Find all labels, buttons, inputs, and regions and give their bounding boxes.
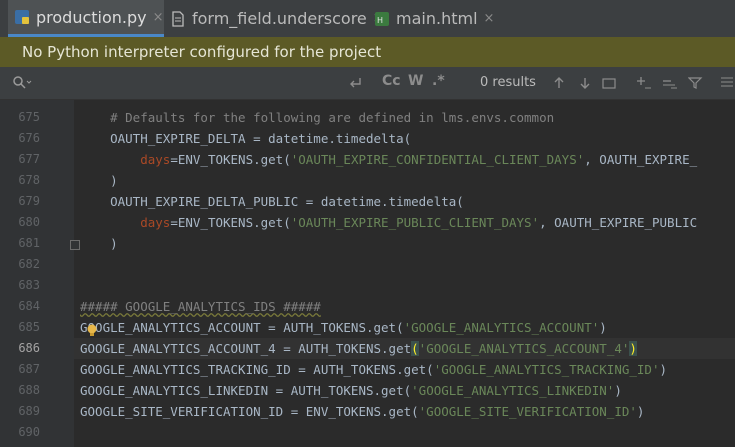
tab-label: production.py xyxy=(36,7,147,27)
tab-label: main.html xyxy=(396,9,478,28)
line-number: 681 xyxy=(18,236,40,250)
string-literal: 'OAUTH_EXPIRE_CONFIDENTIAL_CLIENT_DAYS' xyxy=(290,152,585,167)
regex-button[interactable]: .* xyxy=(432,73,445,89)
code-text: GOOGLE_ANALYTICS_TRACKING_ID = AUTH_TOKE… xyxy=(80,362,434,377)
line-number: 684 xyxy=(18,299,40,313)
arrow-up-icon[interactable] xyxy=(552,76,566,94)
string-literal: 'GOOGLE_ANALYTICS_LINKEDIN' xyxy=(411,383,615,398)
line-number: 686 xyxy=(18,341,40,355)
code-line: GOOGLE_ANALYTICS_ACCOUNT_4 = AUTH_TOKENS… xyxy=(80,338,637,359)
matched-brace: ) xyxy=(629,341,637,356)
search-icon[interactable] xyxy=(12,75,32,95)
add-occurrence-icon[interactable] xyxy=(636,76,652,94)
string-literal: 'GOOGLE_ANALYTICS_ACCOUNT' xyxy=(403,320,600,335)
close-icon[interactable]: × xyxy=(484,11,495,26)
matched-brace: ( xyxy=(411,341,419,356)
tab-form-field-underscore[interactable]: form_field.underscore × xyxy=(170,0,384,37)
editor-tab-bar: production.py × form_field.underscore × … xyxy=(0,0,735,38)
code-line: OAUTH_EXPIRE_DELTA = datetime.timedelta( xyxy=(80,131,412,146)
words-button[interactable]: W xyxy=(408,73,423,89)
code-editor[interactable]: 675 676 677 678 679 680 681 682 683 684 … xyxy=(0,100,735,447)
tab-label: form_field.underscore xyxy=(192,9,367,28)
line-number: 689 xyxy=(18,404,40,418)
line-number: 682 xyxy=(18,257,40,271)
line-number: 677 xyxy=(18,152,40,166)
line-number: 676 xyxy=(18,131,40,145)
code-line: GOOGLE_ANALYTICS_ACCOUNT = AUTH_TOKENS.g… xyxy=(80,317,607,338)
code-text: GOOGLE_ANALYTICS_ACCOUNT = AUTH_TOKENS.g… xyxy=(80,320,404,335)
code-text: GOOGLE_SITE_VERIFICATION_ID = ENV_TOKENS… xyxy=(80,404,419,419)
string-literal: 'GOOGLE_ANALYTICS_TRACKING_ID' xyxy=(433,362,660,377)
replace-icon[interactable] xyxy=(348,76,362,94)
select-all-occurrences-icon[interactable] xyxy=(602,76,618,94)
code-text: ) xyxy=(636,404,645,419)
code-text: ) xyxy=(599,320,607,335)
line-number: 683 xyxy=(18,278,40,292)
code-line: ) xyxy=(80,236,118,251)
code-text: =ENV_TOKENS.get( xyxy=(170,152,291,167)
find-bar: Cc W .* 0 results xyxy=(0,67,735,100)
html-file-icon: H xyxy=(374,11,390,27)
code-line: OAUTH_EXPIRE_DELTA_PUBLIC = datetime.tim… xyxy=(80,194,464,209)
code-text: , OAUTH_EXPIRE_PUBLIC xyxy=(539,215,698,230)
line-number: 679 xyxy=(18,194,40,208)
code-line: GOOGLE_SITE_VERIFICATION_ID = ENV_TOKENS… xyxy=(80,401,644,422)
line-number: 687 xyxy=(18,362,40,376)
string-literal: 'GOOGLE_SITE_VERIFICATION_ID' xyxy=(418,404,637,419)
filter-icon[interactable] xyxy=(687,76,704,94)
tab-production-py[interactable]: production.py × xyxy=(8,0,164,37)
code-text: =ENV_TOKENS.get( xyxy=(170,215,291,230)
remove-occurrence-icon[interactable] xyxy=(662,76,678,94)
code-line: GOOGLE_ANALYTICS_TRACKING_ID = AUTH_TOKE… xyxy=(80,359,667,380)
svg-text:H: H xyxy=(377,16,383,25)
more-options-icon[interactable] xyxy=(720,76,734,94)
interpreter-warning-banner: No Python interpreter configured for the… xyxy=(0,37,735,67)
code-line: ) xyxy=(80,173,118,188)
string-literal: 'OAUTH_EXPIRE_PUBLIC_CLIENT_DAYS' xyxy=(290,215,540,230)
keyword: days xyxy=(140,215,171,230)
keyword: days xyxy=(140,152,171,167)
code-text: ) xyxy=(614,383,622,398)
line-number: 678 xyxy=(18,173,40,187)
code-text: GOOGLE_ANALYTICS_LINKEDIN = AUTH_TOKENS.… xyxy=(80,383,412,398)
fold-marker-icon[interactable] xyxy=(70,240,80,250)
line-number: 680 xyxy=(18,215,40,229)
file-icon xyxy=(170,10,186,27)
line-number: 685 xyxy=(18,320,40,334)
tab-main-html[interactable]: H main.html × xyxy=(374,0,494,37)
code-text: GOOGLE_ANALYTICS_ACCOUNT_4 = AUTH_TOKENS… xyxy=(80,341,412,356)
close-icon[interactable]: × xyxy=(153,10,164,25)
code-text: , OAUTH_EXPIRE_ xyxy=(584,152,698,167)
banner-text: No Python interpreter configured for the… xyxy=(22,43,382,61)
search-results-count: 0 results xyxy=(480,75,536,90)
code-line: days=ENV_TOKENS.get('OAUTH_EXPIRE_CONFID… xyxy=(80,149,697,170)
code-line: days=ENV_TOKENS.get('OAUTH_EXPIRE_PUBLIC… xyxy=(80,212,697,233)
arrow-down-icon[interactable] xyxy=(578,76,592,94)
line-number: 690 xyxy=(18,425,40,439)
string-literal: 'GOOGLE_ANALYTICS_ACCOUNT_4' xyxy=(418,341,630,356)
python-file-icon xyxy=(14,9,30,25)
code-line: ##### GOOGLE_ANALYTICS_IDS ##### xyxy=(80,299,321,314)
code-line: # Defaults for the following are defined… xyxy=(80,110,555,125)
code-line: GOOGLE_ANALYTICS_LINKEDIN = AUTH_TOKENS.… xyxy=(80,380,622,401)
code-text: ) xyxy=(659,362,668,377)
line-number: 675 xyxy=(18,110,40,124)
match-case-button[interactable]: Cc xyxy=(382,73,401,89)
line-number: 688 xyxy=(18,383,40,397)
